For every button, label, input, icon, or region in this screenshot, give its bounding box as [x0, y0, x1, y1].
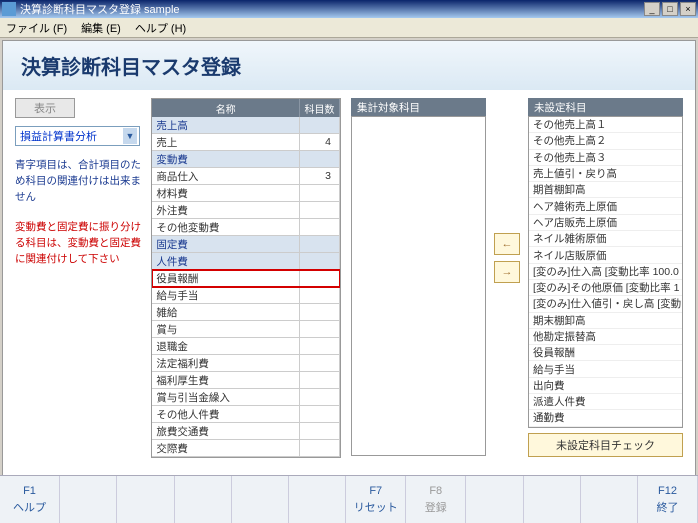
f8-button[interactable]: F8 登録: [406, 476, 466, 523]
app-icon: [2, 2, 16, 16]
list-item[interactable]: ネイル店販原価: [529, 247, 682, 263]
list-item[interactable]: 派遣人件費: [529, 394, 682, 410]
table-row[interactable]: 福利厚生費: [152, 372, 340, 389]
move-right-button[interactable]: →: [494, 261, 520, 283]
chevron-down-icon: ▼: [123, 128, 137, 144]
menu-bar: ファイル (F) 編集 (E) ヘルプ (H): [0, 18, 698, 38]
unset-label: 未設定科目: [528, 98, 683, 116]
table-row[interactable]: その他変動費: [152, 219, 340, 236]
content-area: 決算診断科目マスタ登録 表示 損益計算書分析 ▼ 青字項目は、合計項目のため科目…: [2, 40, 696, 478]
table-row[interactable]: その他人件費: [152, 406, 340, 423]
column-name: 名称: [152, 99, 300, 117]
close-button[interactable]: ×: [680, 2, 696, 16]
list-item[interactable]: その他売上高２: [529, 133, 682, 149]
list-item[interactable]: 役員報酬: [529, 345, 682, 361]
table-row[interactable]: 雑給: [152, 304, 340, 321]
list-item[interactable]: 他勘定振替高: [529, 329, 682, 345]
list-item[interactable]: [変のみ]仕入高 [変動比率 100.0: [529, 264, 682, 280]
aggregate-panel: 集計対象科目: [351, 98, 486, 456]
minimize-button[interactable]: _: [644, 2, 660, 16]
table-row[interactable]: 固定費: [152, 236, 340, 253]
list-item[interactable]: 期首棚卸高: [529, 182, 682, 198]
table-row[interactable]: 法定福利費: [152, 355, 340, 372]
analysis-select-value: 損益計算書分析: [20, 128, 97, 144]
table-row[interactable]: 変動費: [152, 151, 340, 168]
list-item[interactable]: [変のみ]その他原価 [変動比率 1: [529, 280, 682, 296]
menu-edit[interactable]: 編集 (E): [81, 20, 121, 36]
list-item[interactable]: 売上値引・戻り高: [529, 166, 682, 182]
list-item[interactable]: ネイル雑術原価: [529, 231, 682, 247]
unset-panel: 未設定科目 その他売上高１その他売上高２その他売上高３売上値引・戻り高期首棚卸高…: [528, 98, 683, 457]
item-table: 名称 科目数 売上高売上4変動費商品仕入3材料費外注費その他変動費固定費人件費役…: [151, 98, 341, 458]
window-title: 決算診断科目マスタ登録 sample: [20, 1, 644, 17]
table-row[interactable]: 賞与引当金繰入: [152, 389, 340, 406]
list-item[interactable]: 期末棚卸高: [529, 313, 682, 329]
list-item[interactable]: [変のみ]仕入値引・戻し高 [変動: [529, 296, 682, 312]
table-row[interactable]: 商品仕入3: [152, 168, 340, 185]
list-item[interactable]: その他売上高３: [529, 150, 682, 166]
list-item[interactable]: ヘア雑術売上原価: [529, 198, 682, 214]
list-item[interactable]: ヘア店販売上原価: [529, 215, 682, 231]
analysis-select[interactable]: 損益計算書分析 ▼: [15, 126, 140, 146]
table-row[interactable]: 賞与: [152, 321, 340, 338]
table-row[interactable]: 旅費交通費: [152, 423, 340, 440]
table-row[interactable]: 給与手当: [152, 287, 340, 304]
table-row[interactable]: 売上4: [152, 134, 340, 151]
f7-button[interactable]: F7 リセット: [346, 476, 406, 523]
display-button[interactable]: 表示: [15, 98, 75, 118]
title-bar: 決算診断科目マスタ登録 sample _ □ ×: [0, 0, 698, 18]
aggregate-label: 集計対象科目: [351, 98, 486, 116]
table-row[interactable]: 材料費: [152, 185, 340, 202]
unset-list[interactable]: その他売上高１その他売上高２その他売上高３売上値引・戻り高期首棚卸高ヘア雑術売上…: [528, 116, 683, 428]
list-item[interactable]: 通勤費: [529, 410, 682, 426]
column-count: 科目数: [300, 99, 340, 117]
page-header: 決算診断科目マスタ登録: [3, 41, 695, 90]
list-item[interactable]: 旅費交通費: [529, 427, 682, 428]
table-row[interactable]: 退職金: [152, 338, 340, 355]
table-row[interactable]: 売上高: [152, 117, 340, 134]
note-red: 変動費と固定費に振り分ける科目は、変動費と固定費に関連付けして下さい: [15, 220, 141, 267]
table-body[interactable]: 売上高売上4変動費商品仕入3材料費外注費その他変動費固定費人件費役員報酬給与手当…: [152, 117, 340, 457]
left-panel: 表示 損益計算書分析 ▼ 青字項目は、合計項目のため科目の関連付けは出来ません …: [15, 98, 141, 283]
f12-button[interactable]: F12 終了: [638, 476, 698, 523]
page-title: 決算診断科目マスタ登録: [21, 51, 677, 80]
f1-button[interactable]: F1 ヘルプ: [0, 476, 60, 523]
menu-help[interactable]: ヘルプ (H): [135, 20, 186, 36]
list-item[interactable]: その他売上高１: [529, 117, 682, 133]
maximize-button[interactable]: □: [662, 2, 678, 16]
unset-check-button[interactable]: 未設定科目チェック: [528, 433, 683, 457]
note-blue: 青字項目は、合計項目のため科目の関連付けは出来ません: [15, 158, 141, 205]
table-row[interactable]: 外注費: [152, 202, 340, 219]
table-row[interactable]: 役員報酬: [152, 270, 340, 287]
list-item[interactable]: 出向費: [529, 378, 682, 394]
move-left-button[interactable]: ←: [494, 233, 520, 255]
footer-bar: F1 ヘルプ F7 リセット F8 登録 F12 終了: [0, 475, 698, 523]
table-row[interactable]: 人件費: [152, 253, 340, 270]
list-item[interactable]: 給与手当: [529, 361, 682, 377]
menu-file[interactable]: ファイル (F): [6, 20, 67, 36]
table-row[interactable]: 交際費: [152, 440, 340, 457]
aggregate-list[interactable]: [351, 116, 486, 456]
